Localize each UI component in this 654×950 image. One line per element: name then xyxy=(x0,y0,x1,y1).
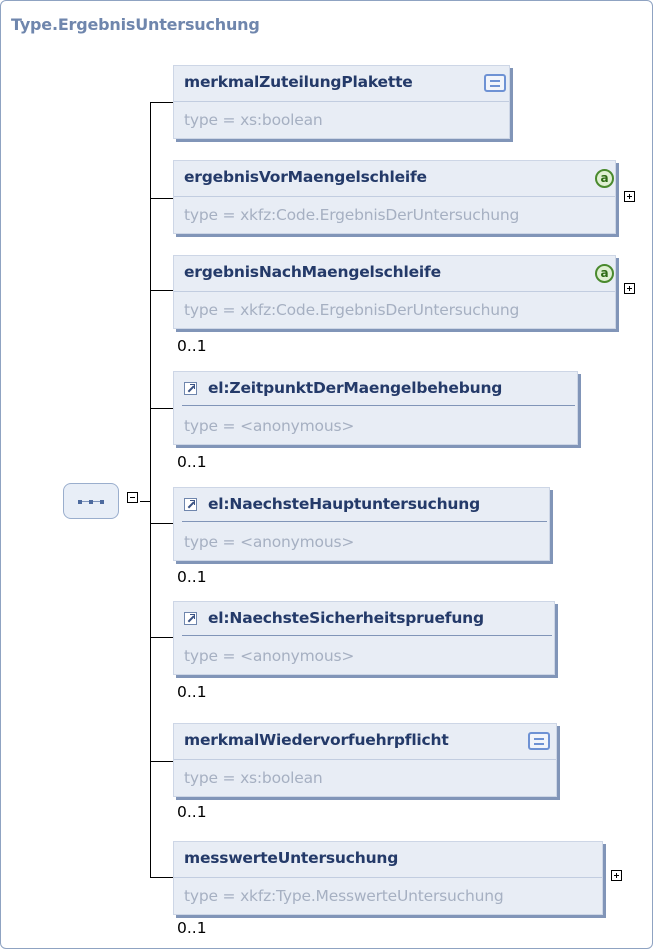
expand-toggle[interactable] xyxy=(624,191,635,202)
element-box[interactable]: el:ZeitpunktDerMaengelbehebung type = <a… xyxy=(173,371,578,445)
sequence-icon xyxy=(78,500,104,504)
cardinality-label: 0..1 xyxy=(177,683,207,701)
element-type: type = <anonymous> xyxy=(184,417,355,435)
element-box[interactable]: el:NaechsteSicherheitspruefung type = <a… xyxy=(173,601,555,675)
cardinality-label: 0..1 xyxy=(177,919,207,937)
element-box[interactable]: messwerteUntersuchung type = xkfz:Type.M… xyxy=(173,841,603,915)
connector-branch-4 xyxy=(150,408,175,409)
connector-branch-8 xyxy=(150,877,175,878)
element-type: type = xkfz:Code.ErgebnisDerUntersuchung xyxy=(184,206,520,224)
element-box[interactable]: merkmalWiedervorfuehrpflicht type = xs:b… xyxy=(173,723,557,797)
element-type: type = xkfz:Code.ErgebnisDerUntersuchung xyxy=(184,301,520,319)
cardinality-label: 0..1 xyxy=(177,337,207,355)
attribute-icon: a xyxy=(595,264,614,283)
element-name: messwerteUntersuchung xyxy=(184,849,399,867)
connector-branch-1 xyxy=(150,102,175,103)
element-name: ergebnisNachMaengelschleife xyxy=(184,263,441,281)
cardinality-label: 0..1 xyxy=(177,568,207,586)
expand-toggle[interactable] xyxy=(611,870,622,881)
element-type: type = xs:boolean xyxy=(184,111,323,129)
element-name: el:NaechsteHauptuntersuchung xyxy=(208,495,480,513)
element-type: type = xs:boolean xyxy=(184,769,323,787)
reference-icon xyxy=(184,612,197,625)
documentation-icon xyxy=(484,74,506,92)
connector-branch-3 xyxy=(150,290,175,291)
element-name: merkmalZuteilungPlakette xyxy=(184,73,413,91)
element-box[interactable]: merkmalZuteilungPlakette type = xs:boole… xyxy=(173,65,510,139)
element-box[interactable]: ergebnisVorMaengelschleife a type = xkfz… xyxy=(173,160,616,234)
connector-branch-6 xyxy=(150,637,175,638)
element-type: type = <anonymous> xyxy=(184,533,355,551)
element-name: el:NaechsteSicherheitspruefung xyxy=(208,609,484,627)
connector-sequence-stub xyxy=(140,501,151,502)
element-box[interactable]: el:NaechsteHauptuntersuchung type = <ano… xyxy=(173,487,550,561)
connector-branch-2 xyxy=(150,198,175,199)
element-type: type = xkfz:Type.MesswerteUntersuchung xyxy=(184,887,504,905)
element-name: ergebnisVorMaengelschleife xyxy=(184,168,427,186)
cardinality-label: 0..1 xyxy=(177,803,207,821)
collapse-sequence-toggle[interactable] xyxy=(127,492,138,503)
reference-icon xyxy=(184,498,197,511)
element-name: el:ZeitpunktDerMaengelbehebung xyxy=(208,379,503,397)
schema-diagram: Type.ErgebnisUntersuchung merkmalZuteilu… xyxy=(0,0,653,949)
sequence-compositor[interactable] xyxy=(63,483,119,519)
connector-branch-5 xyxy=(150,523,175,524)
element-type: type = <anonymous> xyxy=(184,647,355,665)
reference-icon xyxy=(184,382,197,395)
element-name: merkmalWiedervorfuehrpflicht xyxy=(184,731,449,749)
element-box[interactable]: ergebnisNachMaengelschleife a type = xkf… xyxy=(173,255,616,329)
diagram-title: Type.ErgebnisUntersuchung xyxy=(11,15,260,34)
expand-toggle[interactable] xyxy=(624,283,635,294)
documentation-icon xyxy=(528,732,550,750)
attribute-icon: a xyxy=(595,169,614,188)
cardinality-label: 0..1 xyxy=(177,453,207,471)
connector-branch-7 xyxy=(150,761,175,762)
